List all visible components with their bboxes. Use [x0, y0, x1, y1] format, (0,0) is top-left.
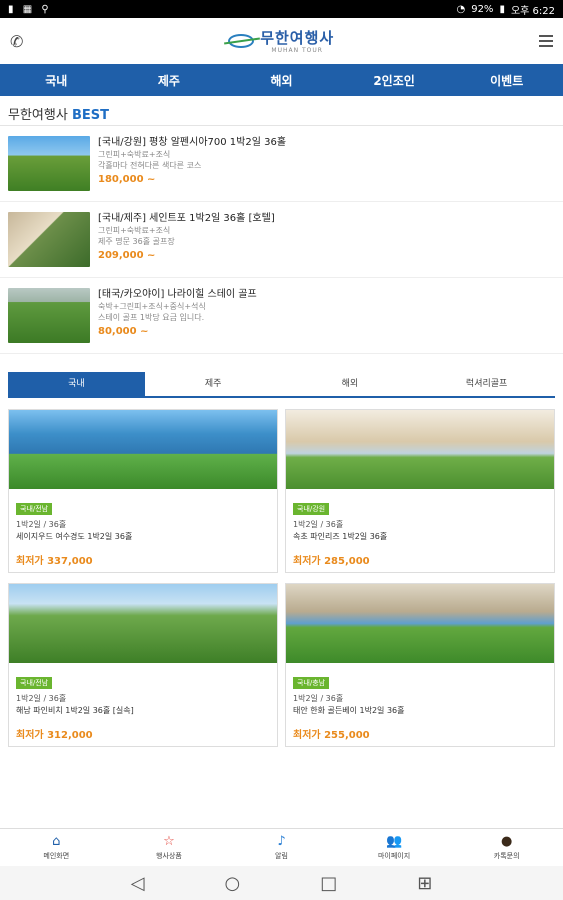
- bottom-nav-label: 메인화면: [43, 852, 70, 860]
- best-item[interactable]: [국내/제주] 세인트포 1박2일 36홀 [호텔] 그린피+숙박료+조식 제주…: [0, 202, 563, 278]
- system-nav-bar: ◁ ○ □ ⊞: [0, 866, 563, 900]
- status-bar: ▮ ▦ ⚲ ◔ 92% ▮ 오후 6:22: [0, 0, 563, 18]
- product-price: 최저가 312,000: [16, 730, 93, 741]
- best-title-prefix: 무한여행사: [8, 108, 68, 123]
- best-item-desc: 스테이 골프 1박당 요금 입니다.: [98, 313, 205, 322]
- best-item-price: 209,000 ~: [98, 250, 156, 261]
- best-item-thumbnail: [8, 288, 90, 343]
- product-card[interactable]: 국내/전남 1박2일 / 36홀 해남 파인비치 1박2일 36홀 [실속] 최…: [8, 583, 278, 747]
- bottom-nav-label: 마이페이지: [377, 852, 411, 860]
- product-grid: 국내/전남 1박2일 / 36홀 세이지우드 여수경도 1박2일 36홀 최저가…: [0, 398, 563, 747]
- best-item-includes: 숙박+그린피+조식+중식+석식: [98, 302, 206, 311]
- bottom-nav: ⌂ 메인화면 ☆ 행사상품 ♪ 알림 👥 마이페이지 ● 카톡문의: [0, 828, 563, 866]
- best-item[interactable]: [태국/카오야이] 나라이힐 스테이 골프 숙박+그린피+조식+중식+석식 스테…: [0, 278, 563, 354]
- main-nav: 국내 제주 해외 2인조인 이벤트: [0, 64, 563, 96]
- clock: 오후 6:22: [510, 5, 555, 17]
- nav-item-overseas[interactable]: 해외: [225, 72, 338, 89]
- best-section-title: 무한여행사 BEST: [0, 96, 563, 126]
- logo-mark-icon: [228, 34, 255, 48]
- logo-sub: MUHAN TOUR: [271, 47, 323, 54]
- best-item-title: [국내/제주] 세인트포 1박2일 36홀 [호텔]: [98, 213, 275, 224]
- bottom-nav-products[interactable]: ☆ 행사상품: [113, 829, 226, 866]
- product-duration: 1박2일 / 36홀: [16, 520, 67, 529]
- logo-name: 무한여행사: [260, 29, 335, 47]
- battery-icon: ▮: [499, 3, 505, 15]
- product-card[interactable]: 국내/전남 1박2일 / 36홀 세이지우드 여수경도 1박2일 36홀 최저가…: [8, 409, 278, 573]
- storage-icon: ▮: [8, 3, 14, 15]
- tab-jeju[interactable]: 제주: [145, 372, 282, 396]
- home-icon: ⌂: [52, 834, 61, 849]
- tab-domestic[interactable]: 국내: [8, 372, 145, 396]
- recents-icon[interactable]: □: [320, 873, 337, 894]
- bottom-nav-mypage[interactable]: 👥 마이페이지: [338, 829, 451, 866]
- tab-luxury-golf[interactable]: 럭셔리골프: [418, 372, 555, 396]
- bottom-nav-label: 행사상품: [156, 852, 182, 860]
- location-icon: ⚲: [41, 3, 49, 15]
- bottom-nav-home[interactable]: ⌂ 메인화면: [0, 829, 113, 866]
- back-icon[interactable]: ◁: [131, 873, 145, 894]
- best-item-desc: 각홀마다 전혀다른 색다른 코스: [98, 161, 202, 170]
- nav-item-jeju[interactable]: 제주: [113, 72, 226, 89]
- phone-icon[interactable]: ✆: [10, 32, 23, 51]
- best-title-accent: BEST: [71, 108, 109, 123]
- hamburger-menu-icon[interactable]: [538, 35, 553, 47]
- product-title: 해남 파인비치 1박2일 36홀 [실속]: [16, 706, 134, 715]
- chat-icon: ●: [501, 834, 513, 849]
- product-card[interactable]: 국내/충남 1박2일 / 36홀 태안 한화 골든베이 1박2일 36홀 최저가…: [285, 583, 555, 747]
- best-item-includes: 그린피+숙박료+조식: [98, 150, 171, 159]
- region-badge: 국내/전남: [16, 503, 53, 515]
- best-item-title: [국내/강원] 평창 알펜시아700 1박2일 36홀: [98, 137, 287, 148]
- bottom-nav-label: 카톡문의: [493, 852, 520, 860]
- best-item-price: 180,000 ~: [98, 174, 156, 185]
- nav-item-domestic[interactable]: 국내: [0, 72, 113, 89]
- nav-item-event[interactable]: 이벤트: [450, 72, 563, 89]
- app-bar: ✆ 무한여행사 MUHAN TOUR: [0, 18, 563, 64]
- product-title: 세이지우드 여수경도 1박2일 36홀: [16, 532, 133, 541]
- gallery-icon: ▦: [22, 3, 33, 15]
- product-image: [286, 410, 554, 489]
- logo[interactable]: 무한여행사 MUHAN TOUR: [228, 28, 334, 54]
- bottom-nav-alerts[interactable]: ♪ 알림: [225, 829, 338, 866]
- best-list: [국내/강원] 평창 알펜시아700 1박2일 36홀 그린피+숙박료+조식 각…: [0, 126, 563, 354]
- best-item-includes: 그린피+숙박료+조식: [98, 226, 171, 235]
- bell-icon: ♪: [277, 834, 286, 849]
- product-price: 최저가 255,000: [293, 730, 370, 741]
- best-item-thumbnail: [8, 212, 90, 267]
- status-icons-left: ▮ ▦ ⚲: [8, 4, 55, 15]
- product-price: 최저가 337,000: [16, 556, 93, 567]
- product-title: 속초 파인리즈 1박2일 36홀: [293, 532, 388, 541]
- product-duration: 1박2일 / 36홀: [16, 694, 67, 703]
- region-badge: 국내/충남: [293, 677, 330, 689]
- home-circle-icon[interactable]: ○: [225, 873, 241, 894]
- tab-overseas[interactable]: 해외: [282, 372, 419, 396]
- bottom-nav-label: 알림: [275, 852, 288, 860]
- product-price: 최저가 285,000: [293, 556, 370, 567]
- star-icon: ☆: [163, 834, 175, 849]
- product-duration: 1박2일 / 36홀: [293, 694, 344, 703]
- battery-level: 92%: [471, 3, 494, 15]
- product-image: [9, 410, 277, 489]
- status-icons-right: ◔ 92% ▮ 오후 6:22: [456, 2, 555, 17]
- wifi-icon: ◔: [456, 3, 466, 15]
- best-item-thumbnail: [8, 136, 90, 191]
- bottom-nav-kakao[interactable]: ● 카톡문의: [450, 829, 563, 866]
- region-badge: 국내/전남: [16, 677, 53, 689]
- product-duration: 1박2일 / 36홀: [293, 520, 344, 529]
- product-image: [286, 584, 554, 663]
- best-item[interactable]: [국내/강원] 평창 알펜시아700 1박2일 36홀 그린피+숙박료+조식 각…: [0, 126, 563, 202]
- best-item-desc: 제주 명문 36홀 골프장: [98, 237, 175, 246]
- region-badge: 국내/강원: [293, 503, 330, 515]
- nav-item-pair-join[interactable]: 2인조인: [338, 72, 451, 89]
- best-item-title: [태국/카오야이] 나라이힐 스테이 골프: [98, 289, 257, 300]
- best-item-price: 80,000 ~: [98, 326, 149, 337]
- people-icon: 👥: [385, 834, 403, 849]
- product-card[interactable]: 국내/강원 1박2일 / 36홀 속초 파인리즈 1박2일 36홀 최저가 28…: [285, 409, 555, 573]
- product-image: [9, 584, 277, 663]
- category-tabs: 국내 제주 해외 럭셔리골프: [8, 372, 555, 398]
- multiwindow-icon[interactable]: ⊞: [417, 873, 432, 894]
- product-title: 태안 한화 골든베이 1박2일 36홀: [293, 706, 405, 715]
